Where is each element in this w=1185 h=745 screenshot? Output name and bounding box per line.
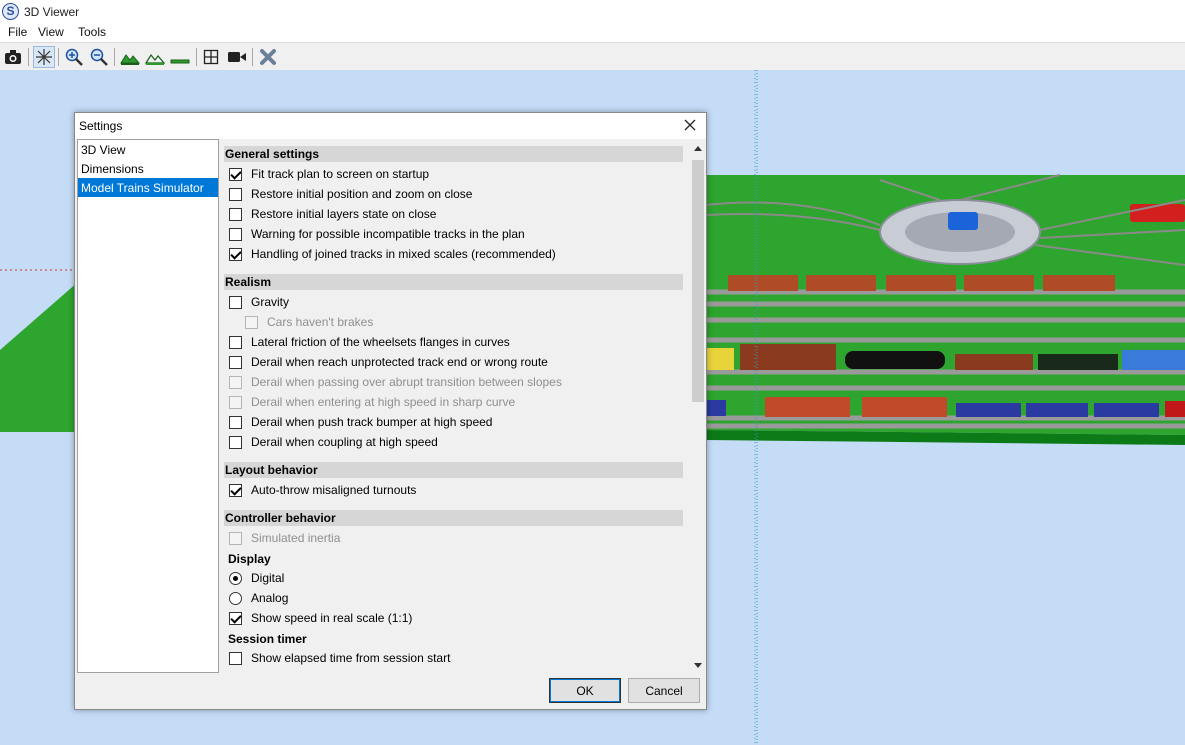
checkbox[interactable] xyxy=(229,187,242,201)
option-lateral-friction[interactable]: Lateral friction of the wheelsets flange… xyxy=(229,334,510,350)
ok-button[interactable]: OK xyxy=(549,678,621,703)
option-derail-coupling[interactable]: Derail when coupling at high speed xyxy=(229,434,438,450)
option-cars-no-brakes: Cars haven't brakes xyxy=(245,314,373,330)
radio-analog[interactable]: Analog xyxy=(229,590,288,606)
option-derail-track-end[interactable]: Derail when reach unprotected track end … xyxy=(229,354,548,370)
terrain-outline-icon[interactable] xyxy=(144,46,166,68)
option-derail-sharp-curve: Derail when entering at high speed in sh… xyxy=(229,394,515,410)
subheader-session-timer: Session timer xyxy=(228,632,307,646)
terrain-icon[interactable] xyxy=(119,46,141,68)
nav-item-3d-view[interactable]: 3D View xyxy=(78,140,218,159)
checkbox[interactable] xyxy=(229,295,242,309)
checkbox[interactable] xyxy=(229,651,242,665)
checkbox[interactable] xyxy=(229,415,242,429)
option-fit-track-plan[interactable]: Fit track plan to screen on startup xyxy=(229,166,429,182)
checkbox[interactable] xyxy=(229,335,242,349)
option-incompatible-tracks-warning[interactable]: Warning for possible incompatible tracks… xyxy=(229,226,525,242)
toolbar-separator xyxy=(196,48,197,66)
option-simulated-inertia: Simulated inertia xyxy=(229,530,340,546)
window-title: 3D Viewer xyxy=(24,5,80,19)
dialog-title: Settings xyxy=(79,119,123,133)
zoom-out-icon[interactable] xyxy=(88,46,110,68)
checkbox xyxy=(229,375,242,389)
checkbox[interactable] xyxy=(229,167,242,181)
checkbox[interactable] xyxy=(229,611,242,625)
display-all-icon[interactable] xyxy=(200,46,222,68)
terrain-left xyxy=(0,282,78,432)
option-restore-position-zoom[interactable]: Restore initial position and zoom on clo… xyxy=(229,186,472,202)
settings-scrollbar[interactable] xyxy=(690,140,706,673)
nav-item-dimensions[interactable]: Dimensions xyxy=(78,159,218,178)
scroll-down-icon[interactable] xyxy=(690,657,706,673)
section-general-settings: General settings xyxy=(224,146,683,162)
window-title-bar: S 3D Viewer xyxy=(0,0,1185,24)
option-gravity[interactable]: Gravity xyxy=(229,294,289,310)
checkbox[interactable] xyxy=(229,247,242,261)
toolbar-separator xyxy=(252,48,253,66)
checkbox[interactable] xyxy=(229,355,242,369)
checkbox xyxy=(245,315,258,329)
section-realism: Realism xyxy=(224,274,683,290)
section-controller-behavior: Controller behavior xyxy=(224,510,683,526)
option-derail-bumper[interactable]: Derail when push track bumper at high sp… xyxy=(229,414,492,430)
zoom-in-icon[interactable] xyxy=(63,46,85,68)
option-derail-slope-transition: Derail when passing over abrupt transiti… xyxy=(229,374,562,390)
settings-category-list: 3D View Dimensions Model Trains Simulato… xyxy=(77,139,219,673)
option-auto-throw-turnouts[interactable]: Auto-throw misaligned turnouts xyxy=(229,482,416,498)
option-real-scale-speed[interactable]: Show speed in real scale (1:1) xyxy=(229,610,412,626)
radio-button[interactable] xyxy=(229,571,242,585)
menu-file[interactable]: File xyxy=(8,25,27,39)
settings-panel: General settings Fit track plan to scree… xyxy=(220,139,706,673)
menu-bar: File View Tools xyxy=(0,24,1185,42)
train-row-1 xyxy=(728,275,1115,291)
close-view-icon[interactable] xyxy=(257,46,279,68)
toolbar-separator xyxy=(58,48,59,66)
subheader-display: Display xyxy=(228,552,271,566)
settings-dialog: Settings 3D View Dimensions Model Trains… xyxy=(74,112,707,710)
checkbox[interactable] xyxy=(229,207,242,221)
camera-icon[interactable] xyxy=(2,46,24,68)
flat-ground-icon[interactable] xyxy=(169,46,191,68)
cancel-button[interactable]: Cancel xyxy=(628,678,700,703)
toolbar-separator xyxy=(28,48,29,66)
checkbox[interactable] xyxy=(229,435,242,449)
section-layout-behavior: Layout behavior xyxy=(224,462,683,478)
checkbox xyxy=(229,531,242,545)
nav-item-model-trains-simulator[interactable]: Model Trains Simulator xyxy=(78,178,218,197)
locomotive-blue xyxy=(948,212,978,230)
checkbox[interactable] xyxy=(229,483,242,497)
menu-tools[interactable]: Tools xyxy=(78,25,106,39)
menu-view[interactable]: View xyxy=(38,25,64,39)
close-icon[interactable] xyxy=(682,117,698,133)
app-logo-icon: S xyxy=(2,3,19,20)
scroll-up-icon[interactable] xyxy=(690,140,706,156)
checkbox[interactable] xyxy=(229,227,242,241)
checkbox xyxy=(229,395,242,409)
option-elapsed-time[interactable]: Show elapsed time from session start xyxy=(229,650,450,666)
dialog-title-bar: Settings xyxy=(75,113,706,139)
option-restore-layers-state[interactable]: Restore initial layers state on close xyxy=(229,206,436,222)
radio-button[interactable] xyxy=(229,591,242,605)
aerial-view-icon[interactable] xyxy=(33,46,55,68)
toolbar-separator xyxy=(114,48,115,66)
video-camera-icon[interactable] xyxy=(226,46,248,68)
radio-digital[interactable]: Digital xyxy=(229,570,284,586)
option-mixed-scales[interactable]: Handling of joined tracks in mixed scale… xyxy=(229,246,556,262)
toolbar xyxy=(0,43,1185,70)
scrollbar-thumb[interactable] xyxy=(692,160,704,402)
